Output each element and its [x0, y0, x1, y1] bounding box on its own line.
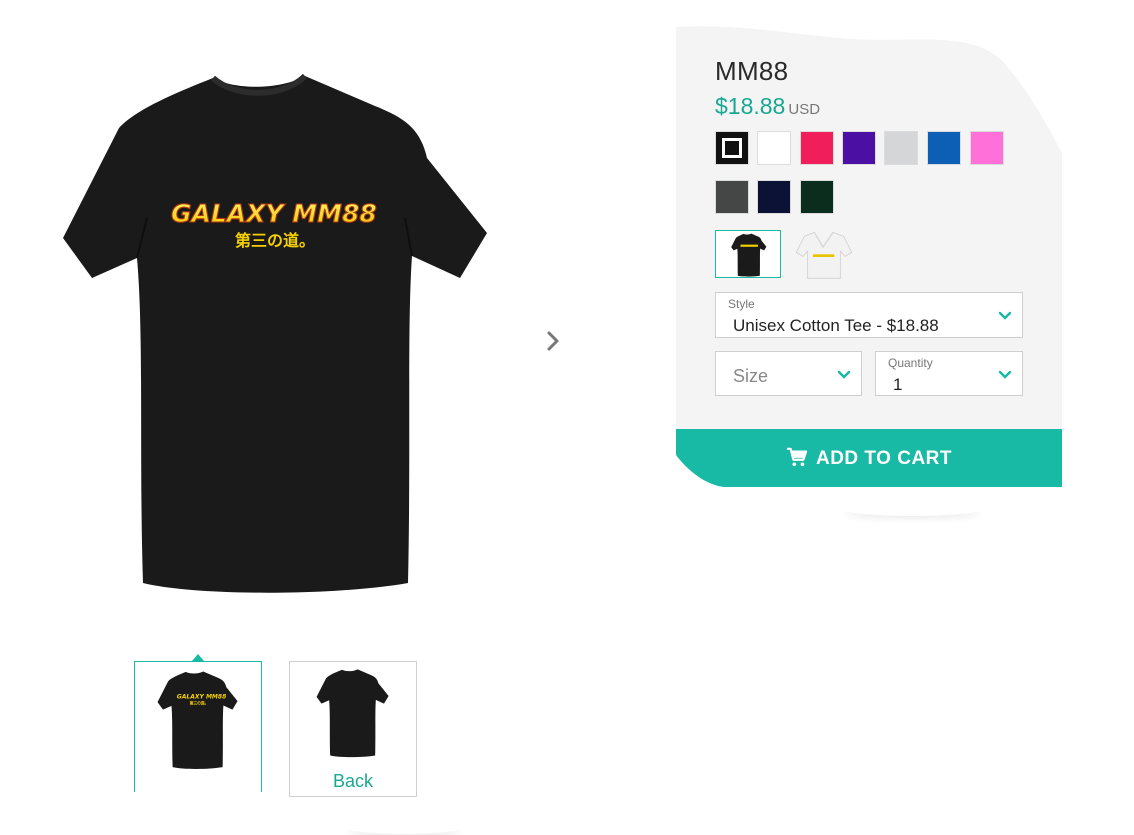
- chevron-down-icon: [998, 370, 1012, 379]
- thumbnail-shadow: [344, 820, 464, 834]
- add-to-cart-button[interactable]: ADD TO CART: [676, 429, 1062, 487]
- price-row: $18.88 USD: [715, 93, 820, 120]
- color-swatch-charcoal[interactable]: [715, 180, 749, 214]
- chevron-down-icon: [837, 370, 851, 379]
- chevron-down-icon: [998, 311, 1012, 320]
- size-select[interactable]: Size: [715, 351, 862, 396]
- product-title: MM88: [715, 56, 789, 86]
- add-to-cart-content: ADD TO CART: [676, 447, 1062, 470]
- color-swatch-forest-green[interactable]: [800, 180, 834, 214]
- style-select-label: Style: [728, 297, 755, 311]
- thumbnail-front[interactable]: GALAXY MM88 第三の道。: [134, 654, 262, 792]
- thumbnail-back-image: [316, 669, 389, 758]
- tee-print-line1: GALAXY MM88: [171, 199, 377, 228]
- color-swatch-royal-blue[interactable]: [927, 131, 961, 165]
- panel-shadow: [840, 500, 985, 516]
- quantity-select[interactable]: Quantity 1: [875, 351, 1023, 396]
- thumbnail-back-label: Back: [332, 771, 374, 791]
- product-main-image: GALAXY MM88 第三の道。: [63, 73, 487, 593]
- quantity-select-value: 1: [893, 375, 903, 394]
- color-swatch-light-grey[interactable]: [884, 131, 918, 165]
- quantity-select-label: Quantity: [888, 356, 933, 370]
- color-swatch-white[interactable]: [757, 131, 791, 165]
- style-select[interactable]: Style Unisex Cotton Tee - $18.88: [715, 292, 1023, 338]
- color-swatch-hot-pink[interactable]: [970, 131, 1004, 165]
- product-price: $18.88: [715, 93, 786, 119]
- product-panel: MM88 $18.88 USD Style Unisex Cotton Tee -…: [676, 25, 1062, 487]
- chevron-right-icon[interactable]: [540, 326, 566, 356]
- add-to-cart-label: ADD TO CART: [815, 448, 953, 469]
- style-vneck-image: [795, 231, 853, 279]
- color-swatch-navy[interactable]: [757, 180, 791, 214]
- style-option-tee[interactable]: [715, 230, 781, 278]
- thumbnail-front-image: GALAXY MM88 第三の道。: [157, 671, 238, 770]
- thumbnail-front-print: GALAXY MM88: [177, 693, 227, 700]
- thumbnail-back[interactable]: Back: [289, 661, 417, 797]
- tee-print-line2: 第三の道。: [235, 231, 315, 250]
- price-currency: USD: [788, 101, 821, 118]
- style-select-value: Unisex Cotton Tee - $18.88: [733, 316, 939, 335]
- color-swatch-pink[interactable]: [800, 131, 834, 165]
- style-option-vneck[interactable]: [790, 230, 856, 279]
- style-tee-image: [731, 233, 767, 277]
- color-swatch-purple[interactable]: [842, 131, 876, 165]
- shopping-cart-icon: [786, 447, 808, 467]
- size-select-placeholder: Size: [733, 366, 769, 386]
- color-swatch-black[interactable]: [715, 131, 749, 165]
